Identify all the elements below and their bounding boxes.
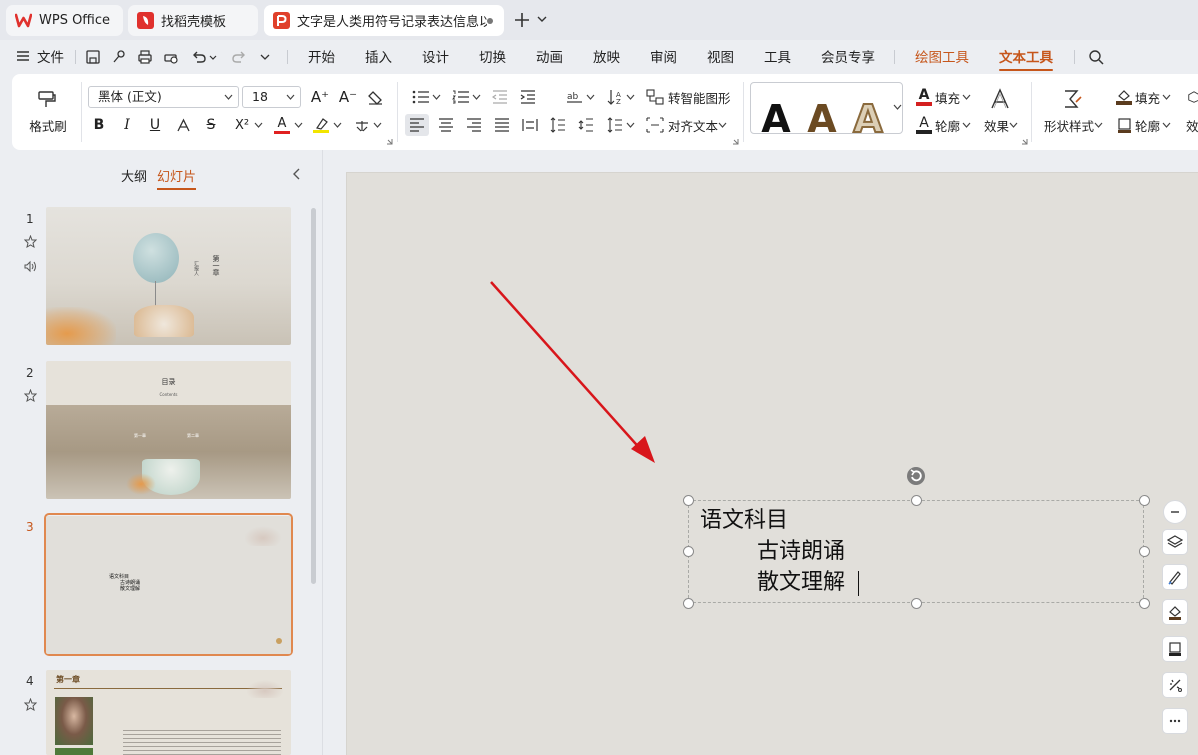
- resize-handle-left[interactable]: [683, 546, 694, 557]
- text-line-prose[interactable]: 散文理解: [757, 568, 845, 598]
- shape-fill-float-icon[interactable]: [1162, 599, 1188, 625]
- text-line-subject[interactable]: 语文科目: [700, 506, 788, 536]
- collapse-tools-icon[interactable]: [1163, 500, 1187, 524]
- resize-handle-right[interactable]: [1139, 546, 1150, 557]
- resize-handle-top-right[interactable]: [1139, 495, 1150, 506]
- resize-handle-bottom-left[interactable]: [683, 598, 694, 609]
- layers-icon[interactable]: [1162, 529, 1188, 555]
- pen-style-icon[interactable]: [1162, 564, 1188, 590]
- resize-handle-top[interactable]: [911, 495, 922, 506]
- magic-tools-icon[interactable]: [1162, 672, 1188, 698]
- more-tools-icon[interactable]: [1162, 708, 1188, 734]
- resize-handle-bottom-right[interactable]: [1139, 598, 1150, 609]
- resize-handle-top-left[interactable]: [683, 495, 694, 506]
- shape-outline-float-icon[interactable]: [1162, 636, 1188, 662]
- red-arrow-annotation: [490, 281, 655, 463]
- rotate-handle-icon[interactable]: [906, 466, 926, 486]
- resize-handle-bottom[interactable]: [911, 598, 922, 609]
- text-line-poetry[interactable]: 古诗朗诵: [757, 537, 845, 567]
- text-caret: [858, 571, 859, 596]
